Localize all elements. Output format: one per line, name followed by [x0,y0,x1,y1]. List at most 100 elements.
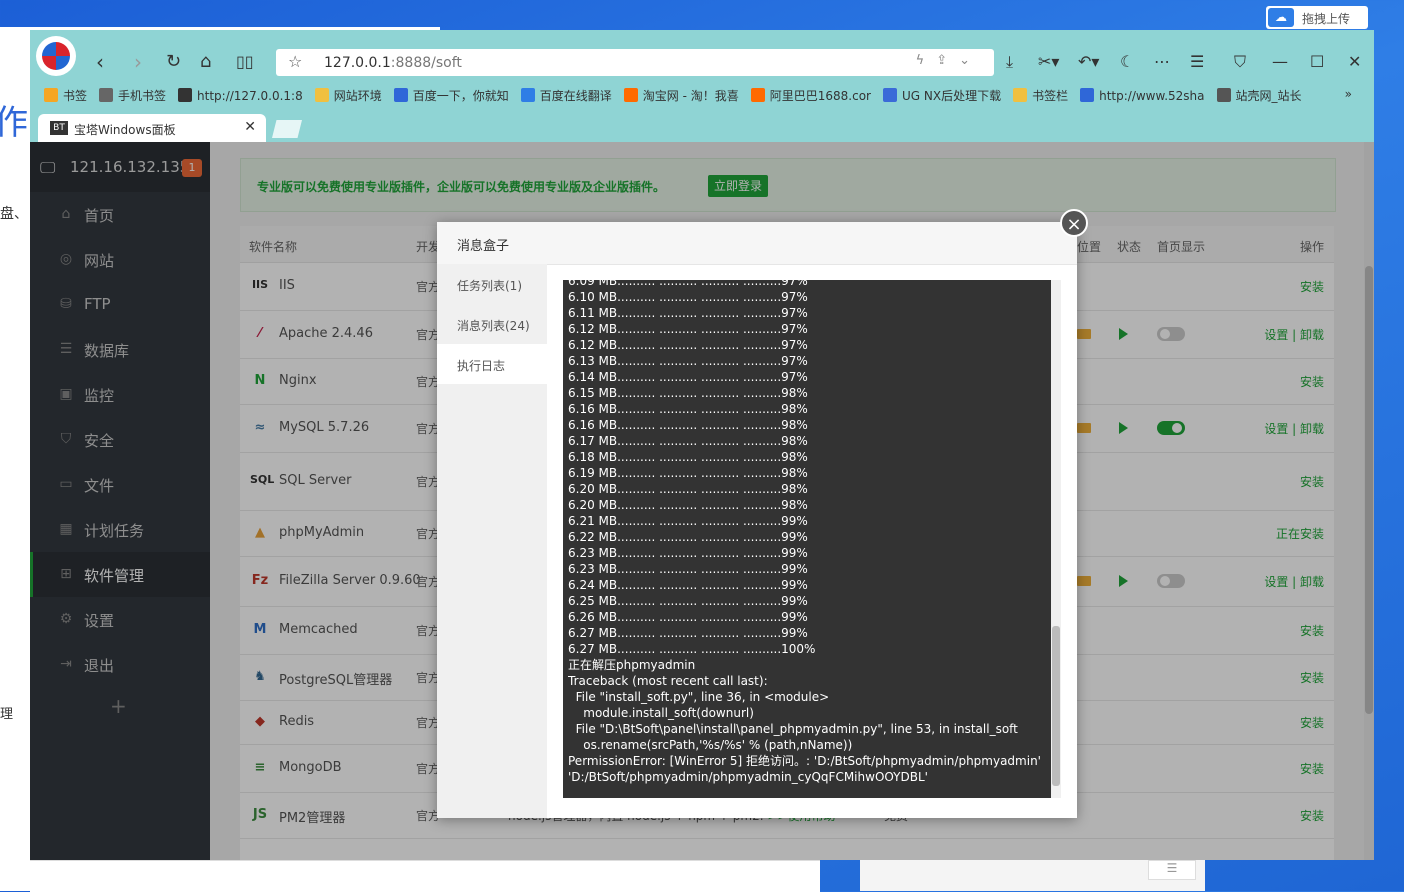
undo-icon[interactable]: ↶▾ [1078,52,1099,71]
log-line: 6.11 MB.......... .......... .......... … [568,306,808,320]
night-mode-icon[interactable]: ☾ [1120,52,1134,71]
log-line: 6.26 MB.......... .......... .......... … [568,610,808,624]
new-tab-button[interactable] [272,120,302,138]
bookmark-icon [1216,88,1231,102]
bookmark-item[interactable]: 网站环境 [314,87,382,104]
background-window-bottom-right: ☰ [860,860,1205,891]
skin-icon[interactable]: ⛉ [1234,52,1246,72]
background-window-bottom [30,860,820,892]
log-line: module.install_soft(downurl) [568,706,754,720]
dialog-tab[interactable]: 消息列表(24) [437,304,547,344]
tab-favicon: BT [50,121,68,135]
close-window-icon[interactable]: ✕ [1348,52,1361,71]
tab-close-icon[interactable]: ✕ [244,119,256,135]
bookmark-icon [1080,88,1095,102]
cloud-upload-widget[interactable]: ☁ 拖拽上传 [1266,6,1368,29]
log-line: 6.16 MB.......... .......... .......... … [568,402,808,416]
bookmark-item[interactable]: 书签栏 [1013,87,1068,104]
bookmark-label: http://127.0.0.1:8 [197,89,303,103]
bookmark-item[interactable]: 百度在线翻译 [520,87,612,104]
bookmark-label: 站壳网_站长 [1235,89,1302,103]
maximize-icon[interactable]: ☐ [1310,52,1324,71]
screenshot-cut-icon[interactable]: ✂▾ [1038,52,1059,71]
bookmark-icon [44,88,58,102]
bookmark-item[interactable]: http://www.52sha [1080,88,1205,103]
bookmark-label: 书签栏 [1032,89,1069,103]
url-text: 127.0.0.1:8888/soft [324,55,462,71]
log-line: 6.20 MB.......... .......... .......... … [568,482,808,496]
background-text: 盘、 [0,206,28,222]
log-line: 6.25 MB.......... .......... .......... … [568,594,808,608]
bookmark-label: 百度一下，你就知 [412,89,509,103]
dialog-tab[interactable]: 执行日志 [437,344,547,384]
execution-log[interactable]: 6.09 MB.......... .......... .......... … [563,280,1061,798]
bookmark-label: http://www.52sha [1099,89,1205,103]
bookmark-icon [882,88,897,102]
log-line: os.rename(srcPath,'%s/%s' % (path,nName)… [568,738,853,752]
back-icon[interactable]: ‹ [96,50,104,74]
bookmark-label: 书签 [63,89,88,103]
log-line: 'D:/BtSoft/phpmyadmin/phpmyadmin_cyQqFCM… [568,770,928,784]
log-line: 6.17 MB.......... .......... .......... … [568,434,808,448]
dialog-tab-label: 任务列表(1) [457,279,522,293]
bookmark-item[interactable]: 书签 [44,87,87,104]
log-line: 6.21 MB.......... .......... .......... … [568,514,808,528]
bookmark-icon [1013,88,1028,102]
list-icon[interactable]: ☰ [1148,860,1196,880]
bookmark-item[interactable]: 阿里巴巴1688.cor [750,87,871,104]
bookmark-item[interactable]: 淘宝网 - 淘！我喜 [623,87,739,104]
menu-icon[interactable]: ☰ [1190,52,1204,71]
bookmark-item[interactable]: http://127.0.0.1:8 [178,88,303,103]
log-line: 6.10 MB.......... .......... .......... … [568,290,808,304]
log-line: 6.19 MB.......... .......... .......... … [568,466,808,480]
dialog-header: 消息盒子 [437,222,1077,265]
download-icon[interactable]: ⤓ [1006,52,1013,72]
log-scrollbar[interactable] [1051,280,1061,798]
background-title: 作 [0,103,28,143]
bookmark-icon [314,88,329,102]
browser-logo-icon [42,42,70,70]
log-line: 正在解压phpmyadmin [568,658,696,672]
bookmark-icon [623,88,638,102]
log-line: 6.15 MB.......... .......... .......... … [568,386,808,400]
bookmark-icon [520,88,535,102]
close-icon[interactable]: × [1060,209,1088,237]
log-line: 6.12 MB.......... .......... .......... … [568,338,808,352]
log-line: 6.14 MB.......... .......... .......... … [568,370,808,384]
bookmark-icon [99,88,114,102]
log-line: 6.13 MB.......... .......... .......... … [568,354,808,368]
dialog-title: 消息盒子 [457,239,510,254]
address-actions-icon[interactable]: ϟ⇪⌄ [916,53,982,68]
log-scrollbar-thumb[interactable] [1052,626,1060,786]
log-line: 6.23 MB.......... .......... .......... … [568,562,808,576]
bookmarks-more-icon[interactable]: » [1345,87,1352,101]
cloud-icon: ☁ [1268,8,1294,27]
log-line: 6.20 MB.......... .......... .......... … [568,498,808,512]
bookmark-bar: 书签 手机书签 http://127.0.0.1:8 网站环境 百度一下，你就知 百度在线… [44,87,1364,107]
more-icon[interactable]: ⋯ [1154,52,1170,71]
forward-icon[interactable]: › [134,50,142,74]
log-line: 6.12 MB.......... .......... .......... … [568,322,808,336]
browser-logo[interactable] [36,36,76,76]
bookmark-label: 阿里巴巴1688.cor [769,89,871,103]
bookmark-item[interactable]: 百度一下，你就知 [393,87,509,104]
dialog-tabs: 任务列表(1) 消息列表(24) 执行日志 [437,264,547,818]
minimize-icon[interactable]: — [1272,52,1288,71]
home-icon[interactable]: ⌂ [200,50,211,74]
address-bar[interactable]: ☆ 127.0.0.1:8888/soft ϟ⇪⌄ [276,49,994,76]
bookmark-item[interactable]: 手机书签 [99,87,166,104]
browser-tab[interactable]: BT 宝塔Windows面板 ✕ [38,114,266,142]
bookmark-icon [393,88,408,102]
log-line: 6.09 MB.......... .......... .......... … [568,280,808,288]
reading-mode-icon[interactable]: ▯▯ [236,50,254,74]
browser-toolbar: ‹ › ↻ ⌂ ▯▯ ☆ 127.0.0.1:8888/soft ϟ⇪⌄ ⤓ ✂… [30,30,1374,142]
bookmark-star-icon[interactable]: ☆ [288,52,302,71]
dialog-tab-label: 执行日志 [457,359,506,373]
log-line: Traceback (most recent call last): [568,674,768,688]
dialog-tab[interactable]: 任务列表(1) [437,264,547,304]
reload-icon[interactable]: ↻ [166,50,181,74]
bookmark-item[interactable]: 站壳网_站长 [1216,87,1302,104]
log-line: 6.23 MB.......... .......... .......... … [568,546,808,560]
bookmark-label: 淘宝网 - 淘！我喜 [642,89,739,103]
bookmark-item[interactable]: UG NX后处理下载 [882,87,1001,104]
